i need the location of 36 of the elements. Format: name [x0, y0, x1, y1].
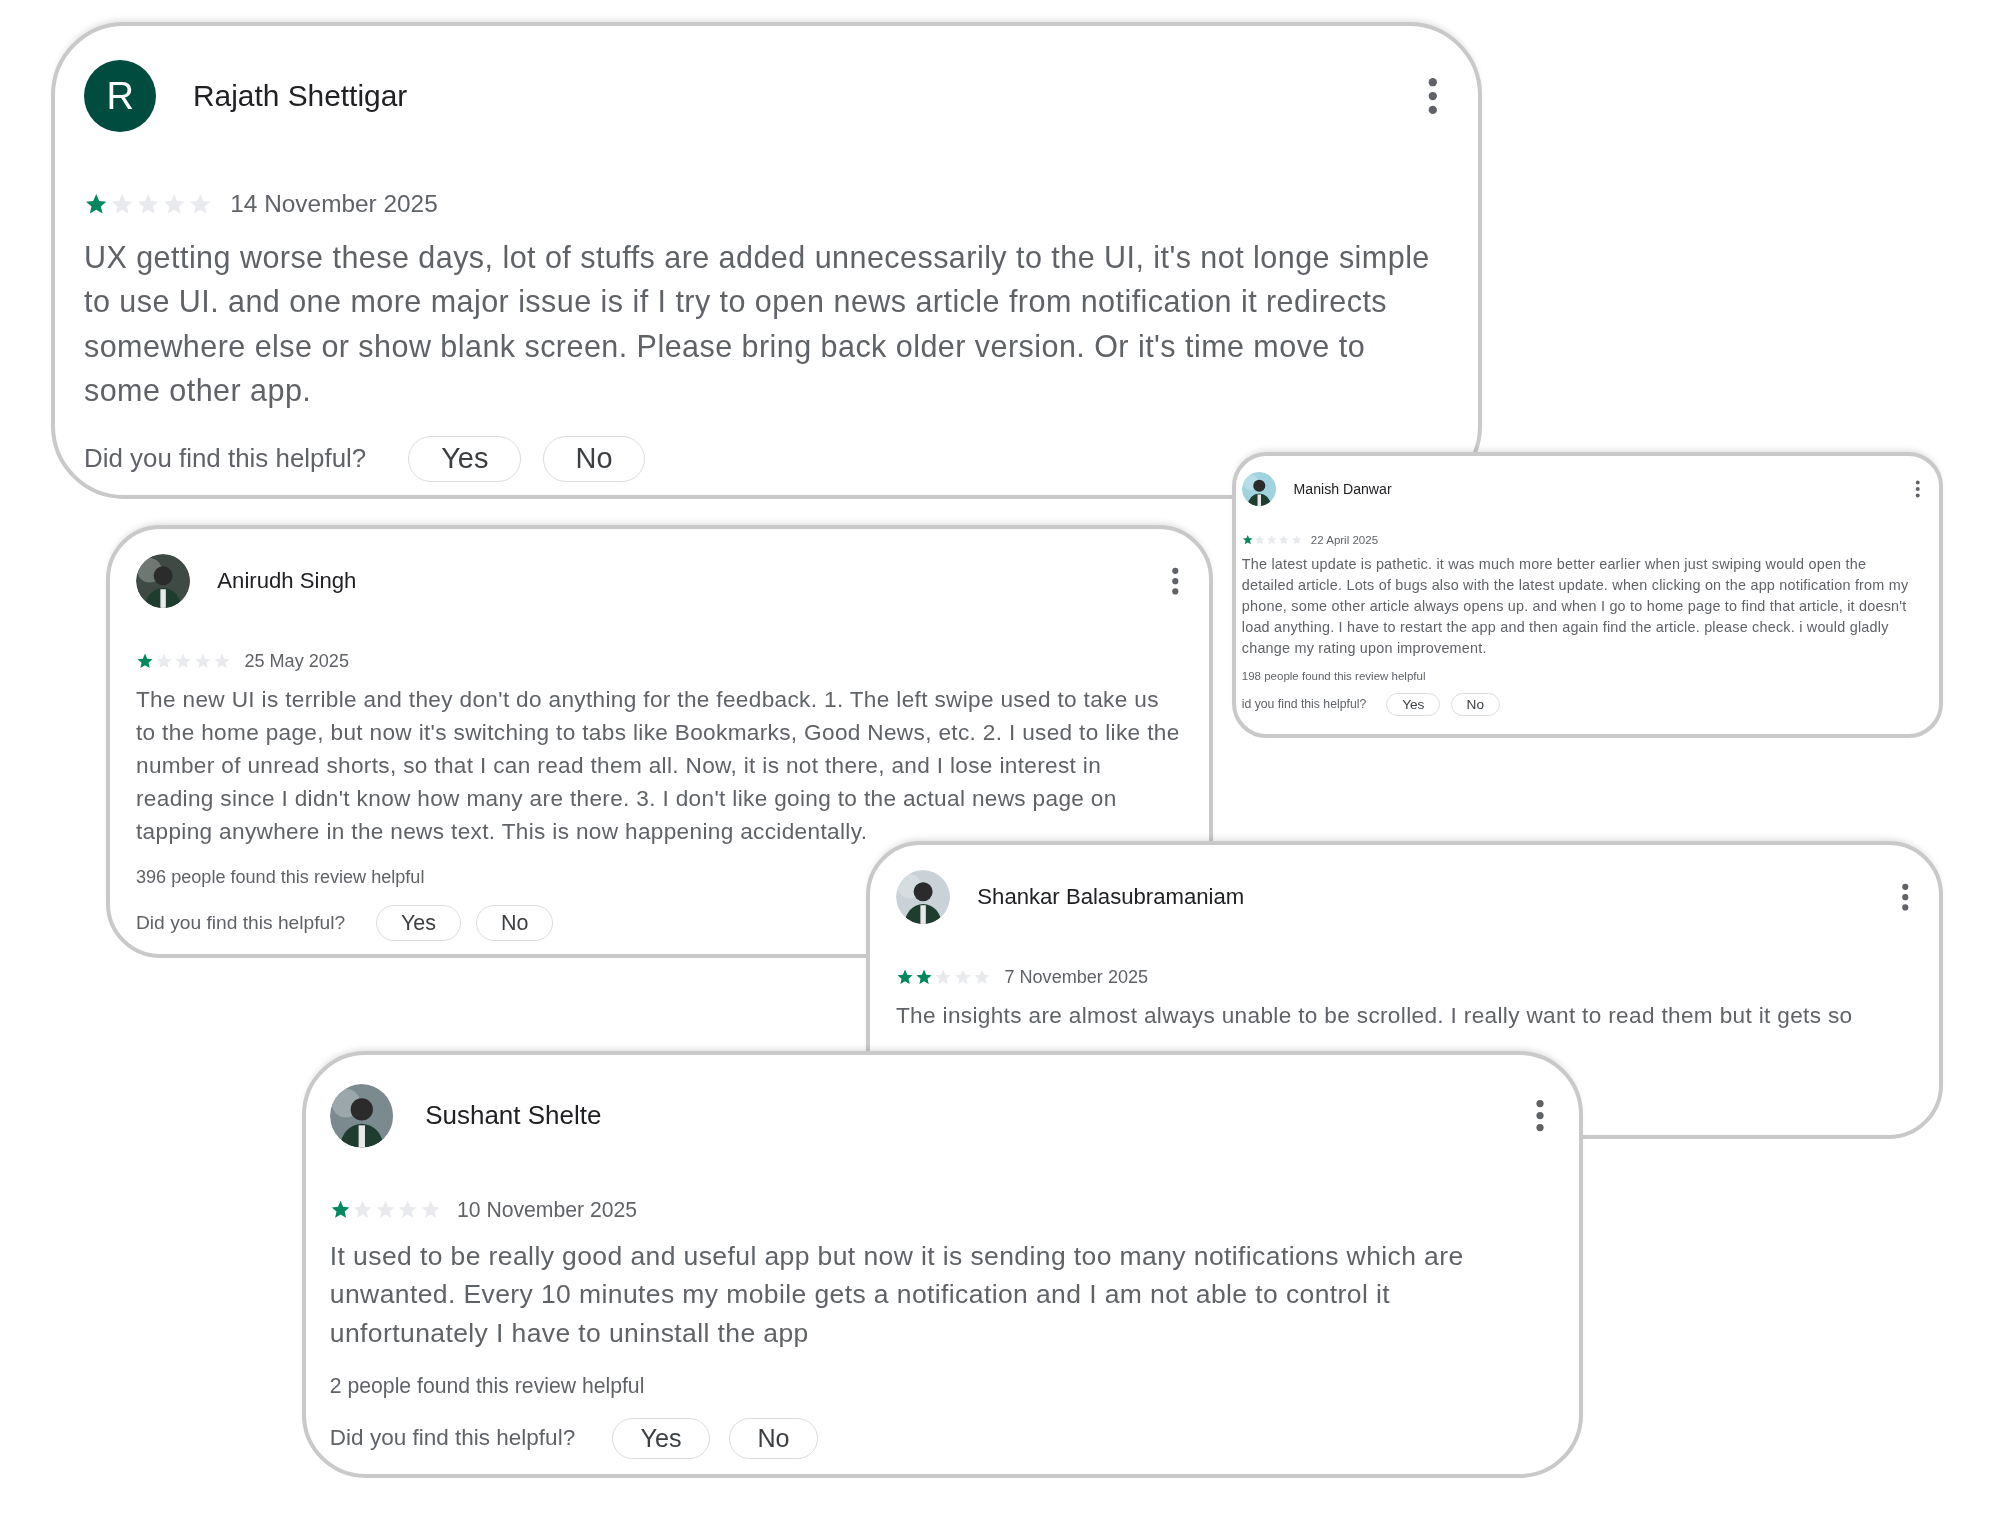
yes-button[interactable]: Yes: [408, 435, 522, 483]
review-text: UX getting worse these days, lot of stuffs are added unnecessarily to the UI, it's not longe simple to use UI. and one more major issue is if I try to open news article from notification it redirects somewhere else or show blank screen. Please bring back older version. Or it's time move to some other app.: [83, 238, 1431, 410]
helpful-question: Did you find this helpful?: [136, 912, 346, 935]
reviewer-name: Anirudh Singh: [217, 567, 358, 594]
no-button[interactable]: No: [1450, 693, 1501, 716]
review-date: 22 April 2025: [1310, 533, 1379, 546]
review-text: It used to be really good and useful app but now it is sending too many notifications which are unwanted. Every 10 minutes my mobile gets a notification and I am not able to control it unfortunately I have to uninstall the app: [329, 1239, 1465, 1350]
more-options-icon[interactable]: [1426, 76, 1439, 115]
more-options-icon[interactable]: [1534, 1099, 1545, 1133]
reviewer-name: Rajath Shettigar: [193, 78, 409, 113]
helpful-count: 2 people found this review helpful: [329, 1373, 646, 1398]
no-button[interactable]: No: [542, 435, 646, 483]
helpful-question: id you find this helpful?: [1241, 697, 1367, 712]
review-date: 10 November 2025: [456, 1198, 638, 1223]
review-text: The latest update is pathetic. it was much more better earlier when just swiping would open the detailed article. Lots of bugs also with the latest update. when clicking on the app notification from my phone, some other article always opens up. and when I go to home page to find that article, it doesn't load anything. I have to restart the app and then again find the article. please check. i would gladly change my rating upon improvement.: [1241, 554, 1910, 658]
more-options-icon[interactable]: [1901, 882, 1910, 912]
yes-button[interactable]: Yes: [1386, 693, 1441, 716]
yes-button[interactable]: Yes: [376, 905, 461, 941]
helpful-question: Did you find this helpful?: [329, 1425, 576, 1452]
avatar: R: [83, 59, 157, 132]
no-button[interactable]: No: [476, 905, 554, 941]
helpful-question: Did you find this helpful?: [83, 444, 367, 474]
reviewer-name: Manish Danwar: [1293, 481, 1393, 498]
reviewer-name: Shankar Balasubramaniam: [977, 883, 1246, 910]
yes-button[interactable]: Yes: [611, 1417, 711, 1459]
review-text: The insights are almost always unable to be scrolled. I really want to read them but it gets so: [896, 1002, 1854, 1031]
review-date: 7 November 2025: [1004, 967, 1149, 989]
review-date: 25 May 2025: [244, 651, 349, 673]
reviewer-name: Sushant Shelte: [425, 1100, 603, 1132]
review-date: 14 November 2025: [230, 189, 438, 218]
no-button[interactable]: No: [728, 1417, 819, 1459]
more-options-icon[interactable]: [1914, 480, 1921, 499]
helpful-count: 396 people found this review helpful: [136, 867, 426, 889]
review-text: The new UI is terrible and they don't do anything for the feedback. 1. The left swipe used to take us to the home page, but now it's switching to tabs like Bookmarks, Good News, etc. 2. I used to like the number of unread shorts, so that I can read them all. Now, it is not there, and I lose interest in reading since I didn't know how many are there. 3. I don't like going to the actual news page on tapping anywhere in the news text. This is now happening accidentally.: [136, 686, 1180, 847]
helpful-count: 198 people found this review helpful: [1241, 670, 1427, 683]
more-options-icon[interactable]: [1171, 566, 1180, 596]
